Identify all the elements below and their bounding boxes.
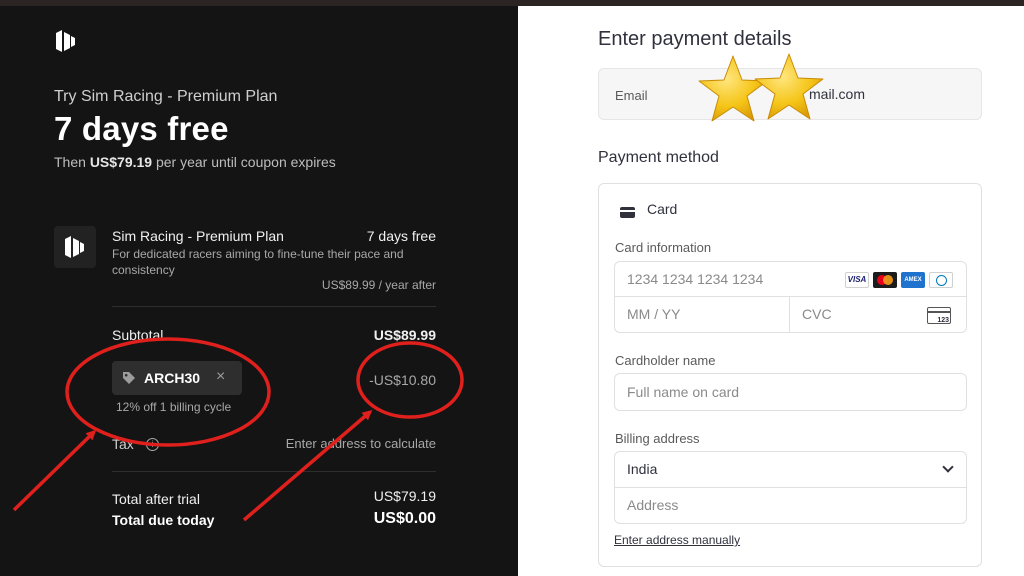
payment-title: Enter payment details [598,28,792,50]
cardholder-input[interactable]: Full name on card [614,373,967,411]
email-label: Email [615,88,648,103]
brand-logo-icon [56,30,75,52]
total-after-trial-label: Total after trial [112,491,200,507]
card-number-placeholder: 1234 1234 1234 1234 [627,271,764,287]
country-select[interactable]: India [614,451,967,488]
tax-value: Enter address to calculate [285,436,436,451]
product-icon [54,226,96,268]
country-value: India [627,461,658,477]
plan-trial-heading: Try Sim Racing - Premium Plan [54,88,278,105]
remove-coupon-icon[interactable]: × [216,368,225,386]
renewal-suffix: per year until coupon expires [152,154,336,170]
coupon-code: ARCH30 [144,370,201,386]
card-number-input[interactable]: 1234 1234 1234 1234 VISA AMEX [614,261,967,297]
product-price: 7 days free [366,228,436,244]
total-due-label: Total due today [112,512,215,528]
tag-icon [123,372,135,384]
cvc-input[interactable]: CVC 123 [789,296,967,333]
product-description: For dedicated racers aiming to fine-tune… [112,247,404,277]
expiry-placeholder: MM / YY [627,306,681,322]
billing-address-label: Billing address [615,431,700,446]
subtotal-label: Subtotal [112,327,164,343]
renewal-text: Then US$79.19 per year until coupon expi… [54,154,336,170]
mastercard-icon [873,272,897,288]
product-logo-icon [65,236,84,258]
renewal-prefix: Then [54,154,90,170]
card-method-label[interactable]: Card [647,201,677,217]
payment-panel: Enter payment details Email mail.com Pay… [518,6,1024,576]
product-name: Sim Racing - Premium Plan [112,228,284,244]
visa-icon: VISA [845,272,869,288]
card-info-label: Card information [615,240,712,255]
info-icon[interactable]: i [146,438,159,451]
address-input[interactable]: Address [614,487,967,524]
cardholder-label: Cardholder name [615,353,716,368]
tax-label: Tax [112,436,134,452]
expiry-input[interactable]: MM / YY [614,296,790,333]
divider [112,306,436,307]
address-placeholder: Address [627,497,679,513]
trial-length-title: 7 days free [54,110,229,147]
renewal-price: US$79.19 [89,154,153,170]
cvc-placeholder: CVC [802,306,832,322]
coupon-chip[interactable]: ARCH30 × [112,361,242,395]
enter-address-manually-link[interactable]: Enter address manually [614,533,740,547]
cvc-card-icon: 123 [927,307,951,324]
amex-icon: AMEX [901,272,925,288]
total-after-trial-value: US$79.19 [373,488,436,504]
chevron-down-icon [942,461,954,473]
star-stickers-icon [698,53,824,122]
subtotal-value: US$89.99 [373,327,436,343]
diners-icon [929,272,953,288]
payment-method-card-panel: Card Card information 1234 1234 1234 123… [598,183,982,567]
total-due-value: US$0.00 [373,510,436,527]
order-summary-panel: Try Sim Racing - Premium Plan 7 days fre… [0,6,518,576]
payment-method-title: Payment method [598,149,719,166]
discount-value: -US$10.80 [369,372,436,388]
coupon-note: 12% off 1 billing cycle [116,400,232,414]
product-after-price: US$89.99 / year after [321,278,436,292]
divider [112,471,436,472]
credit-card-icon [620,207,635,218]
cardholder-placeholder: Full name on card [627,384,740,400]
